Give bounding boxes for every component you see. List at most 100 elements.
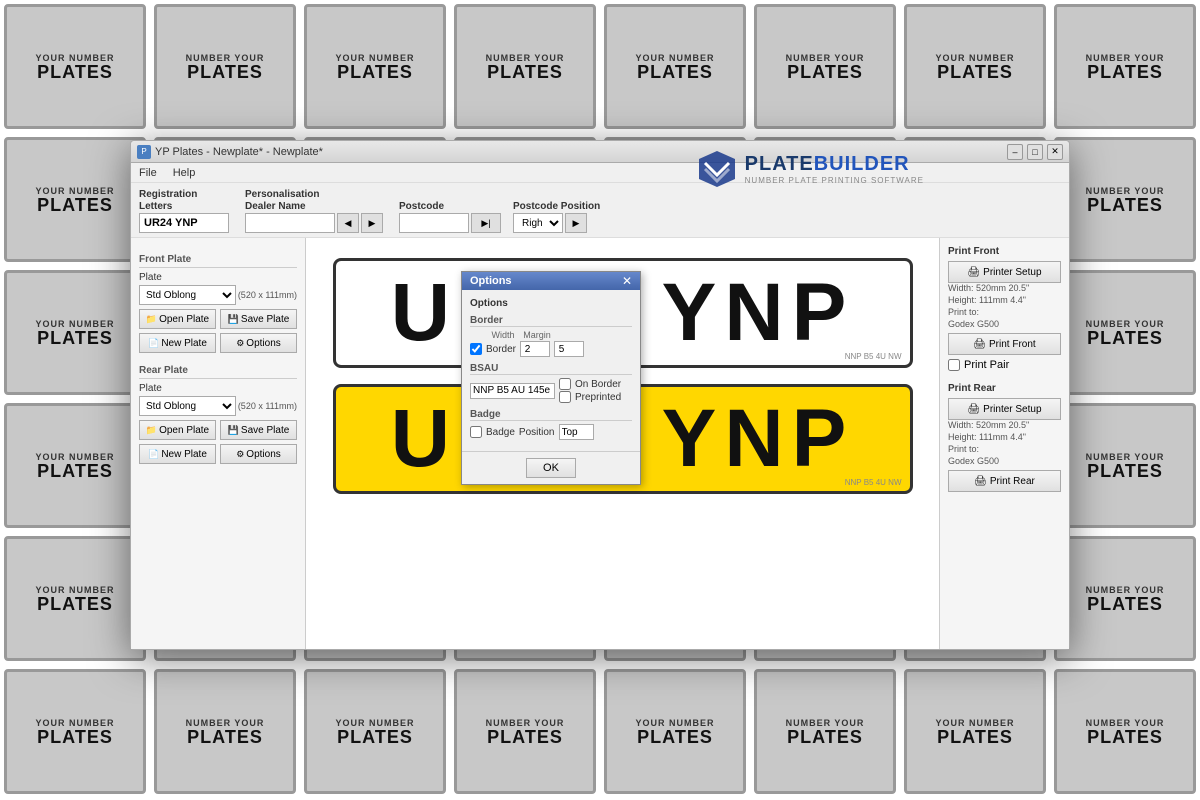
bg-tile: YOUR NUMBERPLATES xyxy=(604,4,746,129)
postcode-position-label: Postcode Position xyxy=(513,201,600,212)
dealer-input[interactable] xyxy=(245,213,335,233)
print-rear-header: Print Rear xyxy=(948,383,1061,394)
app-window: P YP Plates - Newplate* - Newplate* – □ … xyxy=(130,140,1070,650)
bg-tile: NUMBER YOURPLATES xyxy=(754,669,896,794)
rear-print-to-value: Godex G500 xyxy=(948,456,999,466)
front-printer-setup-button[interactable]: 🖨 Printer Setup xyxy=(948,261,1061,283)
bsau-row: On Border Preprinted xyxy=(470,378,632,403)
print-rear-button[interactable]: 🖨 Print Rear xyxy=(948,470,1061,492)
dealer-name-label: Dealer Name xyxy=(245,201,383,212)
rear-new-plate-button[interactable]: 📄 New Plate xyxy=(139,444,216,464)
preprinted-checkbox[interactable] xyxy=(559,391,571,403)
on-border-label: On Border xyxy=(575,379,621,390)
close-button[interactable]: ✕ xyxy=(1047,144,1063,160)
postcode-position-select[interactable]: RightLeftCenter xyxy=(513,213,563,233)
rear-plate-size: (520 x 111mm) xyxy=(238,401,297,411)
border-label: Border xyxy=(486,344,516,355)
print-pair-row: Print Pair xyxy=(948,359,1061,371)
rear-printer-setup-button[interactable]: 🖨 Printer Setup xyxy=(948,398,1061,420)
dealer-btn-left[interactable]: ◀ xyxy=(337,213,359,233)
postcode-btn[interactable]: ▶| xyxy=(471,213,501,233)
bg-tile: NUMBER YOURPLATES xyxy=(754,4,896,129)
right-panel: Print Front 🖨 Printer Setup Width: 520mm… xyxy=(939,238,1069,649)
bg-tile: NUMBER YOURPLATES xyxy=(454,4,596,129)
border-checkbox[interactable] xyxy=(470,343,482,355)
front-options-button[interactable]: ⚙ Options xyxy=(220,333,297,353)
maximize-button[interactable]: □ xyxy=(1027,144,1043,160)
postcode-input[interactable] xyxy=(399,213,469,233)
bg-tile: YOUR NUMBERPLATES xyxy=(304,669,446,794)
rear-plate-select[interactable]: Std Oblong xyxy=(139,396,236,416)
front-new-plate-button[interactable]: 📄 New Plate xyxy=(139,333,216,353)
front-plate-watermark: NNP B5 4U NW xyxy=(845,352,902,361)
bsau-section-label: BSAU xyxy=(470,363,632,375)
options-dialog[interactable]: Options ✕ Options Border Width Margin Bo… xyxy=(461,271,641,485)
postcode-pos-btn[interactable]: ▶ xyxy=(565,213,587,233)
position-input[interactable] xyxy=(559,424,594,440)
width-col-label: Width xyxy=(488,330,518,340)
rear-plate-watermark: NNP B5 4U NW xyxy=(845,478,902,487)
print-front-button[interactable]: 🖨 Print Front xyxy=(948,333,1061,355)
bg-tile: NUMBER YOURPLATES xyxy=(1054,403,1196,528)
rear-print-to-label: Print to: xyxy=(948,444,979,454)
bg-tile: YOUR NUMBERPLATES xyxy=(4,669,146,794)
app-icon: P xyxy=(137,145,151,159)
front-width-label: Width: xyxy=(948,283,974,293)
front-print-to-label: Print to: xyxy=(948,307,979,317)
rear-height-label: Height: xyxy=(948,432,977,442)
rear-plate-label: Plate xyxy=(139,383,297,394)
bg-tile: NUMBER YOURPLATES xyxy=(1054,137,1196,262)
bsau-input[interactable] xyxy=(470,383,555,399)
preprinted-row: Preprinted xyxy=(559,391,621,403)
printer-icon: 🖨 xyxy=(967,404,980,415)
minimize-button[interactable]: – xyxy=(1007,144,1023,160)
badge-row: Badge Position xyxy=(470,424,632,440)
print-pair-label: Print Pair xyxy=(964,359,1009,371)
bg-tile: YOUR NUMBERPLATES xyxy=(4,536,146,661)
new-icon: 📄 xyxy=(148,449,159,460)
registration-label: Registration xyxy=(139,189,229,200)
rear-plate-header: Rear Plate xyxy=(139,365,297,379)
front-plate-header: Front Plate xyxy=(139,254,297,268)
bg-tile: YOUR NUMBERPLATES xyxy=(4,270,146,395)
front-open-plate-button[interactable]: 📁 Open Plate xyxy=(139,309,216,329)
front-plate-select[interactable]: Std Oblong xyxy=(139,285,236,305)
dialog-title-text: Options xyxy=(470,275,512,287)
new-icon: 📄 xyxy=(148,338,159,349)
printer-icon: 🖨 xyxy=(967,267,980,278)
border-width-input[interactable] xyxy=(520,341,550,357)
dialog-close-button[interactable]: ✕ xyxy=(622,275,632,287)
col-labels: Width Margin xyxy=(470,330,632,340)
bg-tile: NUMBER YOURPLATES xyxy=(154,669,296,794)
border-margin-input[interactable] xyxy=(554,341,584,357)
print-front-section: Print Front 🖨 Printer Setup Width: 520mm… xyxy=(948,246,1061,371)
dialog-footer: OK xyxy=(462,451,640,484)
badge-checkbox[interactable] xyxy=(470,426,482,438)
menu-help[interactable]: Help xyxy=(169,165,200,181)
bg-tile: NUMBER YOURPLATES xyxy=(1054,536,1196,661)
rear-save-plate-button[interactable]: 💾 Save Plate xyxy=(220,420,297,440)
ok-button[interactable]: OK xyxy=(526,458,576,478)
front-save-plate-button[interactable]: 💾 Save Plate xyxy=(220,309,297,329)
left-panel: Front Plate Plate Std Oblong (520 x 111m… xyxy=(131,238,306,649)
menu-file[interactable]: File xyxy=(135,165,161,181)
options-icon: ⚙ xyxy=(236,449,244,460)
rear-open-plate-button[interactable]: 📁 Open Plate xyxy=(139,420,216,440)
bg-tile: NUMBER YOURPLATES xyxy=(454,669,596,794)
border-section-label: Border xyxy=(470,315,632,327)
bg-tile: YOUR NUMBERPLATES xyxy=(4,137,146,262)
folder-icon: 📁 xyxy=(146,425,157,436)
registration-input[interactable] xyxy=(139,213,229,233)
bg-tile: NUMBER YOURPLATES xyxy=(1054,669,1196,794)
print-pair-checkbox[interactable] xyxy=(948,359,960,371)
rear-options-button[interactable]: ⚙ Options xyxy=(220,444,297,464)
border-row: Border xyxy=(470,341,632,357)
dialog-title-bar: Options ✕ xyxy=(462,272,640,290)
front-plate-label: Plate xyxy=(139,272,297,283)
margin-col-label: Margin xyxy=(522,330,552,340)
dealer-btn-right[interactable]: ▶ xyxy=(361,213,383,233)
print-rear-section: Print Rear 🖨 Printer Setup Width: 520mm … xyxy=(948,383,1061,492)
on-border-checkbox[interactable] xyxy=(559,378,571,390)
print-icon: 🖨 xyxy=(973,339,986,350)
top-fields: Registration Letters Personalisation Dea… xyxy=(131,183,1069,238)
